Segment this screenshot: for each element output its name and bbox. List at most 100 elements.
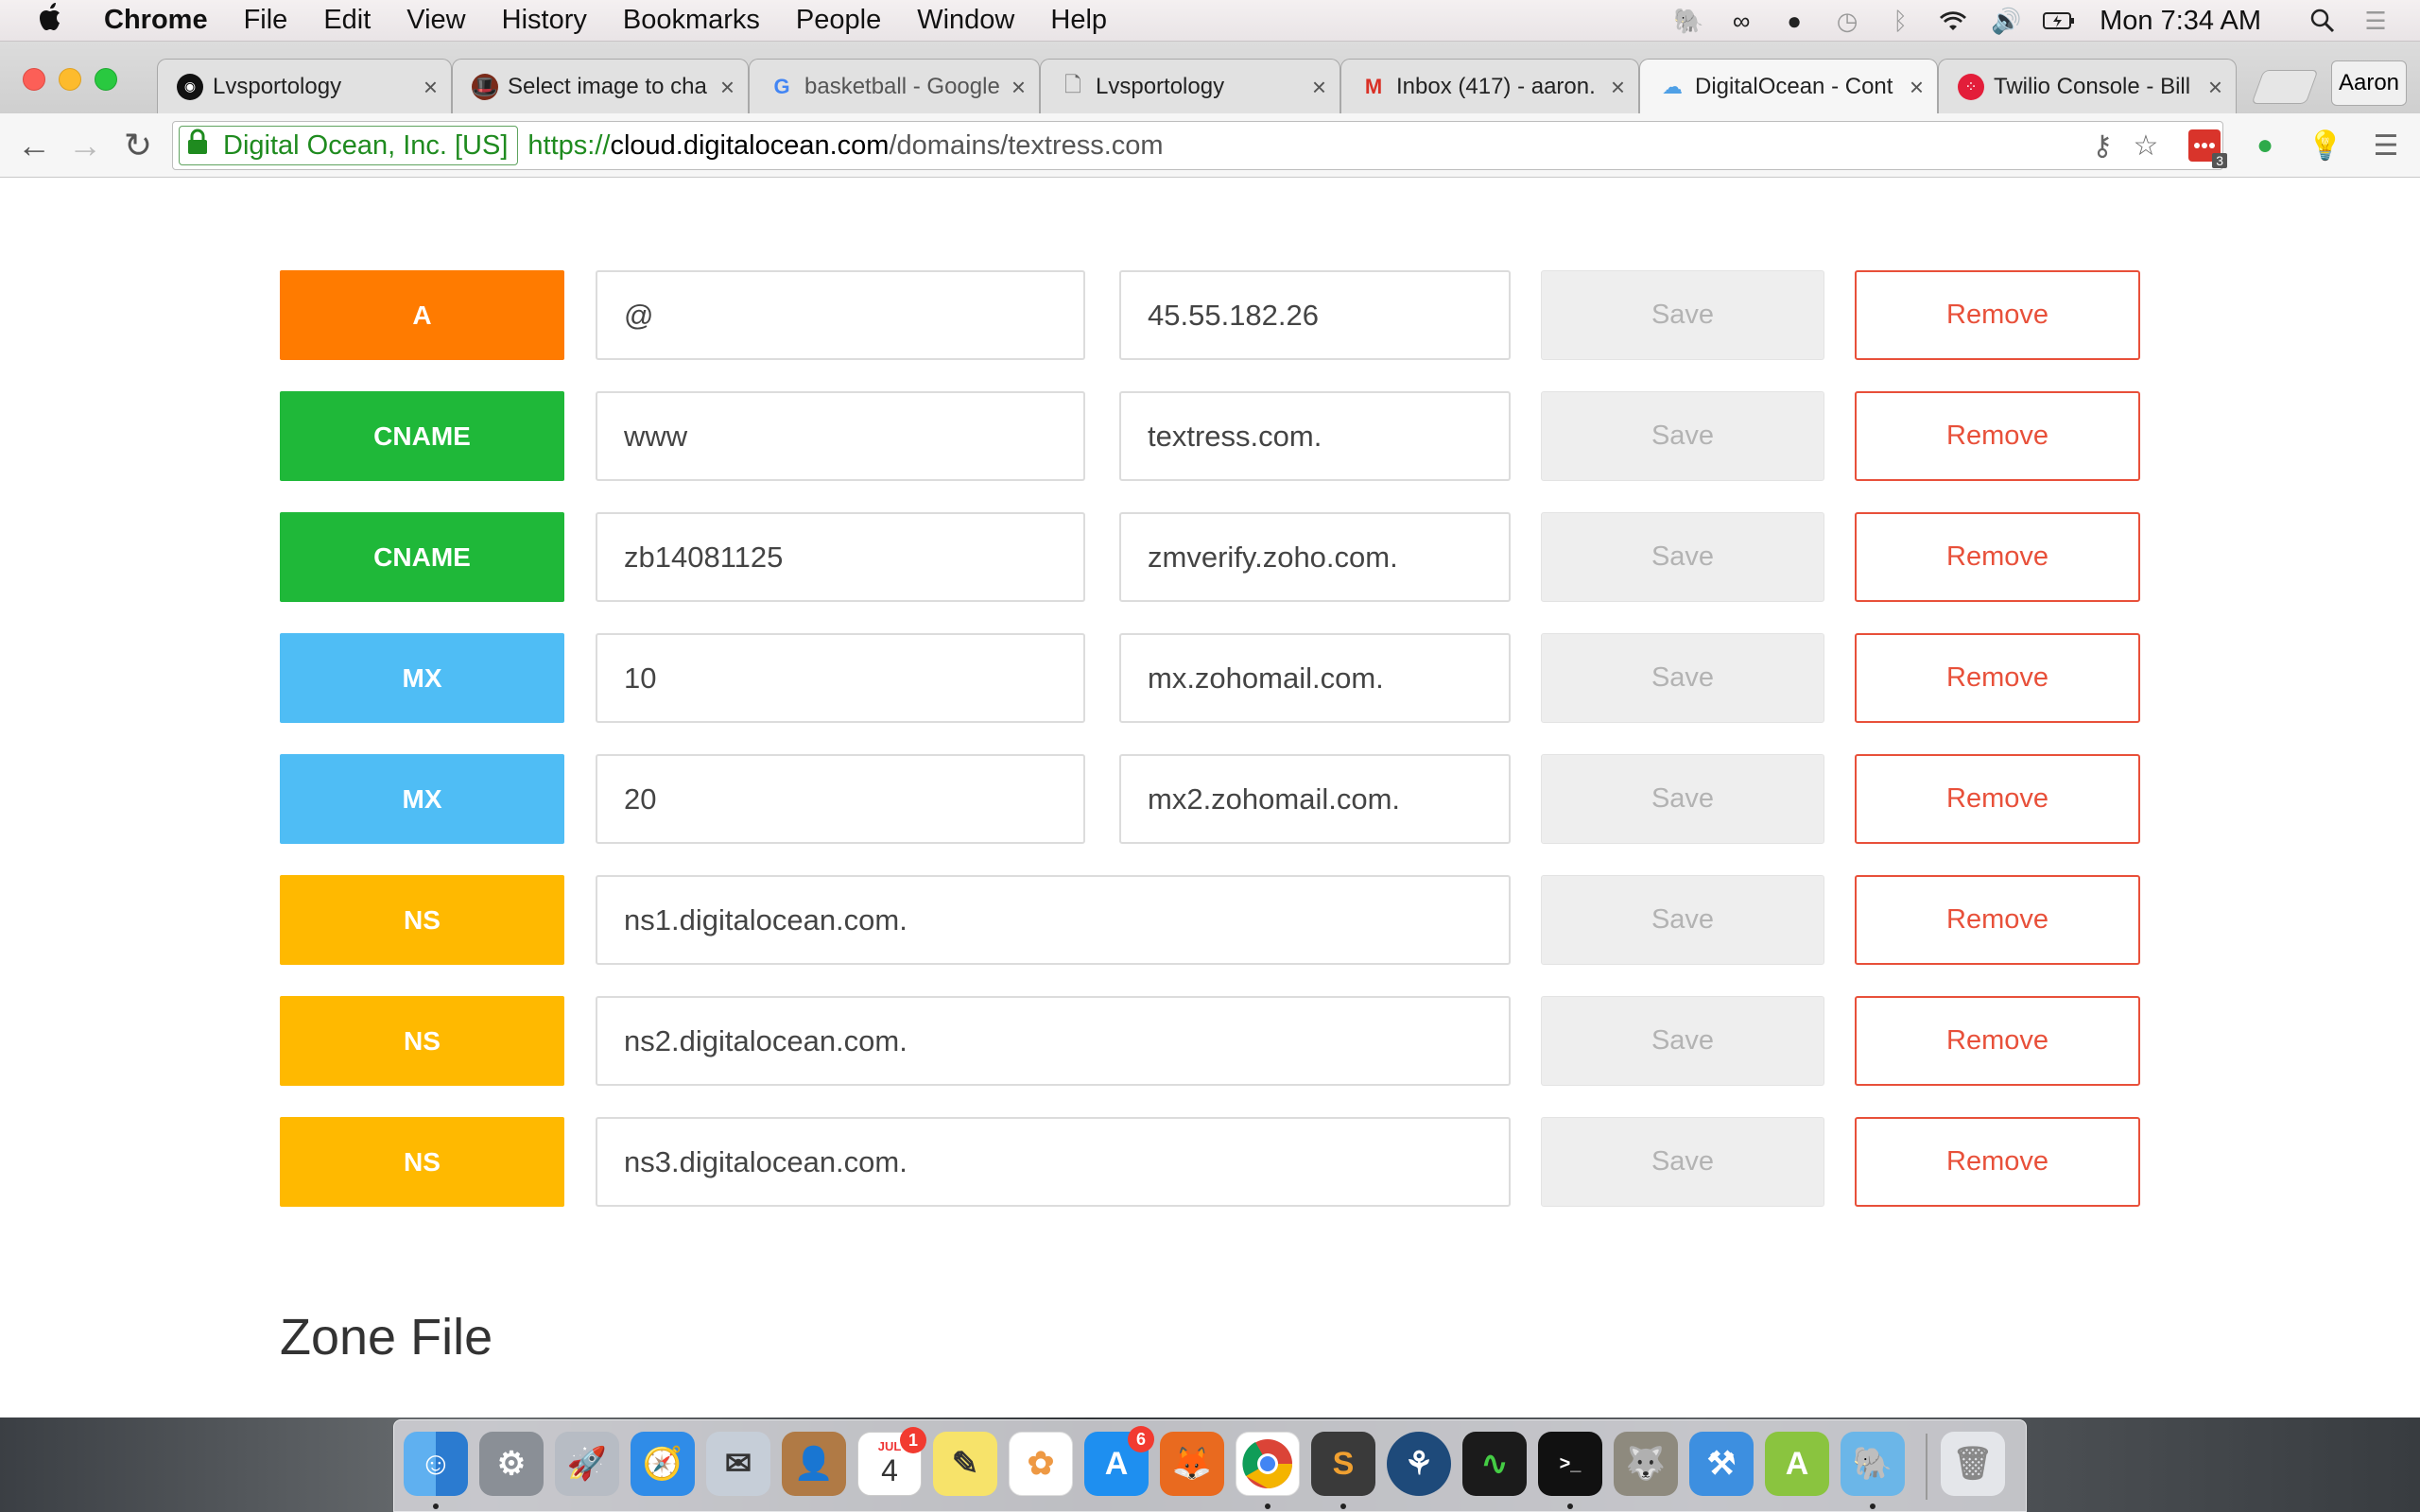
save-button[interactable]: Save (1541, 270, 1824, 360)
save-button[interactable]: Save (1541, 754, 1824, 844)
wifi-icon[interactable] (1937, 7, 1969, 35)
photos-icon[interactable]: ✿ (1009, 1432, 1073, 1496)
record-value-input[interactable]: ns3.digitalocean.com. (596, 1117, 1511, 1207)
menu-history[interactable]: History (502, 5, 587, 36)
evernote-icon[interactable]: 🐘 (1672, 7, 1704, 35)
record-hostname-input[interactable]: zb14081125 (596, 512, 1085, 602)
key-icon[interactable]: ⚷ (2083, 127, 2121, 164)
chat-bubble-icon[interactable]: ● (1778, 7, 1810, 35)
notes-icon[interactable]: ✎ (933, 1432, 997, 1496)
activity-monitor-icon[interactable]: ∿ (1462, 1432, 1527, 1496)
menu-edit[interactable]: Edit (323, 5, 371, 36)
save-button[interactable]: Save (1541, 512, 1824, 602)
close-tab-icon[interactable]: × (2208, 73, 2222, 102)
bookmark-star-icon[interactable]: ☆ (2127, 127, 2165, 164)
infinity-icon[interactable]: ∞ (1725, 7, 1757, 35)
close-tab-icon[interactable]: × (424, 73, 438, 102)
close-window-button[interactable] (23, 68, 45, 91)
tab-basketball-google[interactable]: G basketball - Google × (749, 59, 1040, 113)
reload-icon[interactable]: ↻ (119, 126, 157, 164)
tab-select-image[interactable]: 🎩 Select image to cha × (452, 59, 749, 113)
new-tab-button[interactable] (2251, 70, 2319, 104)
tab-gmail-inbox[interactable]: M Inbox (417) - aaron. × (1340, 59, 1639, 113)
address-bar[interactable]: Digital Ocean, Inc. [US] https://cloud.d… (172, 121, 2223, 170)
minimize-window-button[interactable] (59, 68, 81, 91)
remove-button[interactable]: Remove (1855, 270, 2140, 360)
record-hostname-input[interactable]: 10 (596, 633, 1085, 723)
forward-arrow-icon[interactable]: → (66, 126, 104, 164)
launchpad-icon[interactable]: 🚀 (555, 1432, 619, 1496)
close-tab-icon[interactable]: × (720, 73, 735, 102)
save-button[interactable]: Save (1541, 1117, 1824, 1207)
android-studio-icon[interactable]: A (1765, 1432, 1829, 1496)
save-button[interactable]: Save (1541, 996, 1824, 1086)
sourcetree-icon[interactable]: ⚘ (1387, 1432, 1451, 1496)
remove-button[interactable]: Remove (1855, 391, 2140, 481)
save-button[interactable]: Save (1541, 633, 1824, 723)
tab-twilio-console[interactable]: ⁘ Twilio Console - Bill × (1938, 59, 2237, 113)
postgres-elephant-icon[interactable]: 🐘 (1841, 1432, 1905, 1496)
volume-icon[interactable]: 🔊 (1990, 7, 2022, 35)
terminal-icon[interactable]: >_ (1538, 1432, 1602, 1496)
record-value-input[interactable]: 45.55.182.26 (1119, 270, 1511, 360)
calendar-icon[interactable]: JUL 4 1 (857, 1427, 926, 1496)
tab-lvsportology-2[interactable]: 🗋 Lvsportology × (1040, 59, 1340, 113)
close-tab-icon[interactable]: × (1312, 73, 1326, 102)
finder-icon[interactable]: ☺ (404, 1432, 468, 1496)
record-value-input[interactable]: mx.zohomail.com. (1119, 633, 1511, 723)
remove-button[interactable]: Remove (1855, 633, 2140, 723)
extension-bulb-icon[interactable]: 💡 (2307, 127, 2344, 164)
menubar-clock[interactable]: Mon 7:34 AM (2100, 6, 2261, 37)
gimp-icon[interactable]: 🐺 (1614, 1432, 1678, 1496)
chrome-icon[interactable] (1236, 1432, 1300, 1496)
record-hostname-input[interactable]: www (596, 391, 1085, 481)
menu-bookmarks[interactable]: Bookmarks (623, 5, 760, 36)
menu-file[interactable]: File (244, 5, 288, 36)
bluetooth-icon[interactable]: ᛒ (1884, 7, 1916, 35)
back-arrow-icon[interactable]: ← (15, 126, 53, 164)
battery-icon[interactable] (2043, 7, 2075, 35)
firefox-icon[interactable]: 🦊 (1160, 1432, 1224, 1496)
close-tab-icon[interactable]: × (1611, 73, 1625, 102)
record-hostname-input[interactable]: 20 (596, 754, 1085, 844)
remove-button[interactable]: Remove (1855, 512, 2140, 602)
menu-help[interactable]: Help (1050, 5, 1107, 36)
menu-app-chrome[interactable]: Chrome (104, 5, 208, 36)
time-machine-icon[interactable]: ◷ (1831, 7, 1863, 35)
mail-icon[interactable]: ✉ (706, 1432, 770, 1496)
tab-lvsportology-1[interactable]: ◉ Lvsportology × (157, 59, 452, 113)
notification-center-icon[interactable]: ☰ (2360, 7, 2392, 35)
sublime-text-icon[interactable]: S (1311, 1432, 1375, 1496)
system-preferences-icon[interactable]: ⚙ (479, 1432, 544, 1496)
record-hostname-input[interactable]: @ (596, 270, 1085, 360)
extension-chat-icon[interactable]: ● (2246, 127, 2284, 164)
record-value-input[interactable]: zmverify.zoho.com. (1119, 512, 1511, 602)
extension-lastpass-icon[interactable]: 3 (2186, 127, 2227, 168)
record-value-input[interactable]: mx2.zohomail.com. (1119, 754, 1511, 844)
contacts-icon[interactable]: 👤 (782, 1432, 846, 1496)
menu-window[interactable]: Window (917, 5, 1014, 36)
xcode-icon[interactable]: ⚒ (1689, 1432, 1754, 1496)
remove-button[interactable]: Remove (1855, 875, 2140, 965)
profile-button[interactable]: Aaron (2331, 60, 2407, 106)
remove-button[interactable]: Remove (1855, 996, 2140, 1086)
spotlight-search-icon[interactable] (2307, 7, 2339, 35)
record-value-input[interactable]: textress.com. (1119, 391, 1511, 481)
ev-certificate-badge[interactable]: Digital Ocean, Inc. [US] (179, 126, 519, 165)
save-button[interactable]: Save (1541, 391, 1824, 481)
zoom-window-button[interactable] (95, 68, 117, 91)
menu-view[interactable]: View (406, 5, 465, 36)
close-tab-icon[interactable]: × (1011, 73, 1026, 102)
safari-icon[interactable]: 🧭 (631, 1432, 695, 1496)
record-value-input[interactable]: ns1.digitalocean.com. (596, 875, 1511, 965)
trash-icon[interactable]: 🗑 (1941, 1432, 2005, 1496)
app-store-icon[interactable]: A 6 (1084, 1426, 1154, 1496)
chrome-menu-icon[interactable]: ☰ (2367, 127, 2405, 164)
menu-people[interactable]: People (796, 5, 881, 36)
tab-digitalocean[interactable]: ☁ DigitalOcean - Cont × (1639, 59, 1938, 113)
close-tab-icon[interactable]: × (1910, 73, 1924, 102)
save-button[interactable]: Save (1541, 875, 1824, 965)
record-value-input[interactable]: ns2.digitalocean.com. (596, 996, 1511, 1086)
apple-menu-icon[interactable] (38, 2, 76, 40)
remove-button[interactable]: Remove (1855, 754, 2140, 844)
